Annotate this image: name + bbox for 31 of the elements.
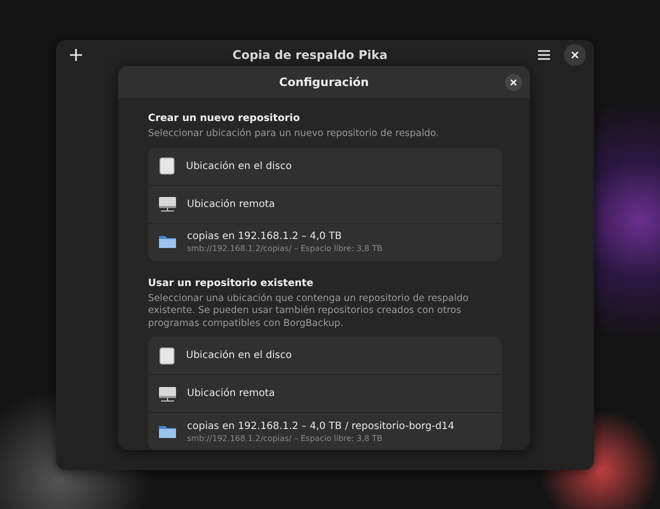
- close-icon: [571, 51, 579, 59]
- location-row[interactable]: copias en 192.168.1.2 – 4,0 TB / repositorio-borg-d14 smb://192.168.1.2/copias/ – Espacio libre: 3,8 TB: [148, 412, 502, 450]
- folder-icon: [158, 233, 177, 251]
- location-row[interactable]: Ubicación en el disco: [148, 148, 502, 184]
- menu-icon: [538, 50, 550, 60]
- location-title: Ubicación remota: [187, 198, 275, 210]
- location-row[interactable]: Ubicación remota: [148, 184, 502, 222]
- close-icon: [510, 79, 517, 86]
- location-subtitle: smb://192.168.1.2/copias/ – Espacio libre: 3,8 TB: [187, 434, 384, 442]
- section-description: Seleccionar ubicación para un nuevo repositorio de respaldo.: [148, 128, 440, 140]
- network-drive-icon: [158, 195, 177, 213]
- section-description: Seleccionar una ubicación que contenga un repositorio de respaldo existente. Se pueden usar también repositorios creados con otros programas compatibles con BorgBackup.: [148, 292, 470, 330]
- network-drive-icon: [158, 384, 177, 402]
- location-row[interactable]: copias en 192.168.1.2 – 4,0 TB smb://192.168.1.2/copias/ – Espacio libre: 3,8 TB: [148, 222, 502, 260]
- section-title: Crear un nuevo repositorio: [148, 113, 301, 124]
- location-subtitle: smb://192.168.1.2/copias/ – Espacio libre: 3,8 TB: [187, 244, 382, 253]
- drive-icon: [158, 346, 176, 364]
- window-title: Copia de respaldo Pika: [232, 48, 388, 62]
- location-title: Ubicación remota: [187, 388, 275, 399]
- plus-icon: [70, 49, 82, 61]
- location-title: Ubicación en el disco: [186, 350, 292, 361]
- dialog-close-button[interactable]: [505, 74, 522, 91]
- location-row[interactable]: Ubicación en el disco: [148, 337, 502, 374]
- close-button[interactable]: [564, 44, 586, 66]
- section-title: Usar un repositorio existente: [148, 278, 314, 288]
- location-title: copias en 192.168.1.2 – 4,0 TB / repositorio-borg-d14: [187, 420, 454, 432]
- location-row[interactable]: Ubicación remota: [148, 374, 502, 412]
- drive-icon: [158, 157, 176, 175]
- location-title: copias en 192.168.1.2 – 4,0 TB: [187, 231, 343, 242]
- location-title: Ubicación en el disco: [186, 160, 292, 172]
- dialog-title: Configuración: [279, 75, 369, 89]
